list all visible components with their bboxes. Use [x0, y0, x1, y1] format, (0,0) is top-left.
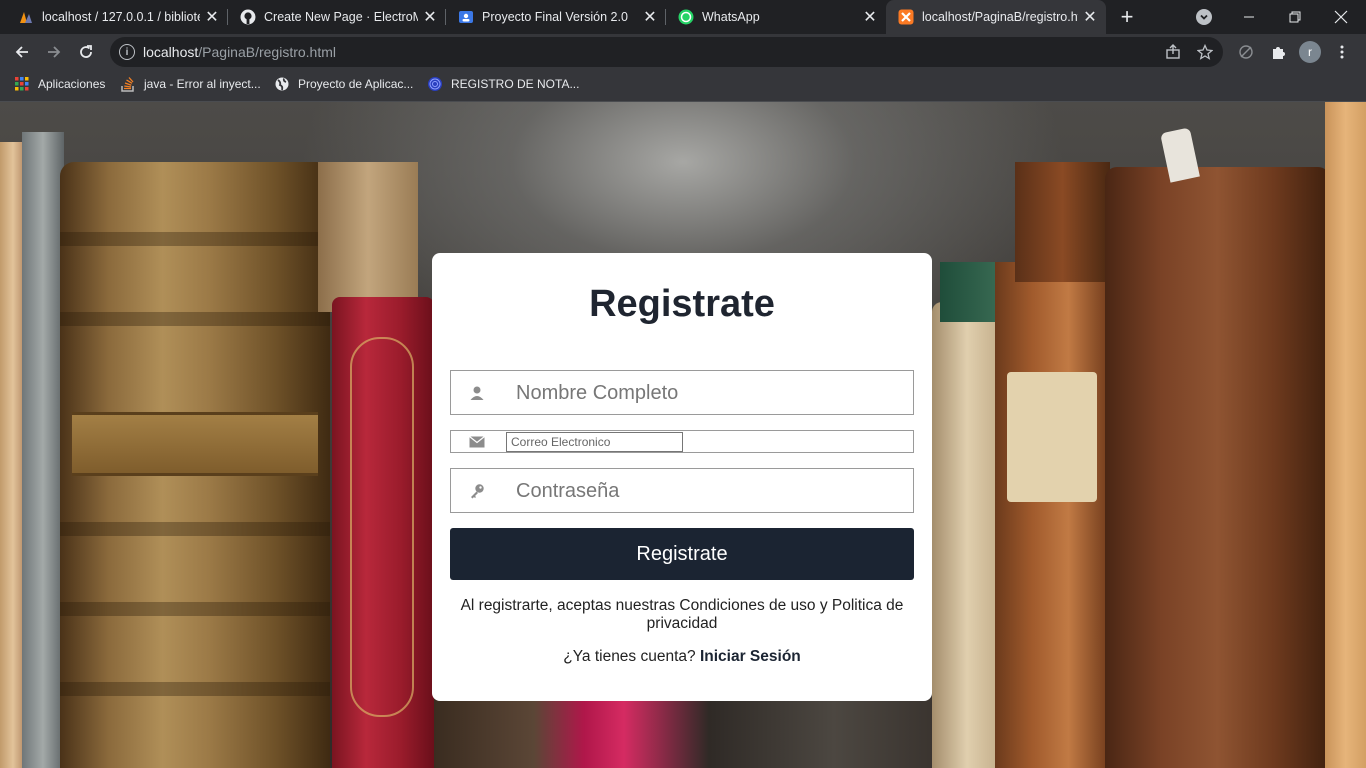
- xampp-icon: [898, 9, 914, 25]
- menu-dots-icon[interactable]: [1328, 38, 1356, 66]
- name-input[interactable]: [516, 381, 896, 405]
- media-control-icon[interactable]: [1232, 38, 1260, 66]
- browser-toolbar: i localhost/PaginaB/registro.html r: [0, 34, 1366, 70]
- page-background: Registrate Registrate Al registrarte, ac…: [0, 102, 1366, 768]
- bookmark-label: REGISTRO DE NOTA...: [451, 77, 580, 91]
- password-field: [450, 468, 914, 513]
- bookmark-java-error[interactable]: java - Error al inyect...: [120, 70, 261, 98]
- tab-search-icon[interactable]: [1196, 9, 1212, 25]
- bookmark-label: java - Error al inyect...: [144, 77, 261, 91]
- email-field: [450, 430, 914, 453]
- close-window-icon[interactable]: [1318, 0, 1364, 34]
- bookmark-label: Aplicaciones: [38, 77, 106, 91]
- reload-icon[interactable]: [72, 38, 100, 66]
- forward-icon[interactable]: [40, 38, 68, 66]
- apps-grid-icon: [14, 76, 30, 92]
- phpmyadmin-icon: [18, 9, 34, 25]
- user-icon: [468, 384, 486, 402]
- url-host: localhost: [143, 44, 199, 60]
- book-spine: [332, 297, 434, 768]
- envelope-icon: [468, 433, 486, 451]
- restore-icon[interactable]: [1272, 0, 1318, 34]
- address-bar[interactable]: i localhost/PaginaB/registro.html: [110, 37, 1223, 67]
- minimize-icon[interactable]: [1226, 0, 1272, 34]
- tab-classroom[interactable]: Proyecto Final Versión 2.0 ✕: [446, 0, 666, 34]
- extensions-icon[interactable]: [1264, 38, 1292, 66]
- tab-title: Create New Page · ElectroMarket: [264, 10, 418, 24]
- stackoverflow-icon: [120, 76, 136, 92]
- book-ornament: [350, 337, 414, 717]
- share-icon[interactable]: [1165, 44, 1181, 60]
- bookmark-registro-notas[interactable]: REGISTRO DE NOTA...: [427, 70, 579, 98]
- globe-icon: [274, 76, 290, 92]
- tab-title: localhost / 127.0.0.1 / biblioteca: [42, 10, 200, 24]
- name-field: [450, 370, 914, 415]
- classroom-icon: [458, 9, 474, 25]
- book-band: [60, 522, 330, 536]
- book-spine: [60, 162, 330, 768]
- back-icon[interactable]: [8, 38, 36, 66]
- book-spine: [22, 132, 64, 768]
- close-tab-icon[interactable]: ✕: [200, 5, 224, 29]
- register-card: Registrate Registrate Al registrarte, ac…: [432, 253, 932, 701]
- book-spine: [1015, 162, 1110, 282]
- bookmarks-bar: Aplicaciones java - Error al inyect... P…: [0, 70, 1366, 102]
- new-tab-button[interactable]: +: [1114, 4, 1140, 29]
- site-icon: [427, 76, 443, 92]
- close-tab-icon[interactable]: ✕: [418, 5, 442, 29]
- password-input[interactable]: [516, 479, 896, 503]
- url-path: /PaginaB/registro.html: [198, 44, 336, 60]
- login-link[interactable]: Iniciar Sesión: [700, 648, 801, 665]
- book-band: [60, 312, 330, 326]
- email-input[interactable]: [506, 432, 683, 452]
- bookmark-label: Proyecto de Aplicac...: [298, 77, 414, 91]
- tab-title: Proyecto Final Versión 2.0: [482, 10, 628, 24]
- github-icon: [240, 9, 256, 25]
- tab-strip: localhost / 127.0.0.1 / biblioteca ✕ Cre…: [0, 0, 1366, 34]
- have-account-text: ¿Ya tienes cuenta?: [563, 648, 696, 665]
- tab-github[interactable]: Create New Page · ElectroMarket ✕: [228, 0, 446, 34]
- close-tab-icon[interactable]: ✕: [638, 5, 662, 29]
- register-button[interactable]: Registrate: [450, 528, 914, 580]
- book-label-plate: [72, 412, 318, 476]
- close-tab-icon[interactable]: ✕: [858, 5, 882, 29]
- book-band: [60, 682, 330, 696]
- book-spine: [932, 302, 1002, 768]
- profile-avatar[interactable]: r: [1299, 41, 1321, 63]
- tab-whatsapp[interactable]: WhatsApp ✕: [666, 0, 886, 34]
- terms-text: Al registrarte, aceptas nuestras Condici…: [460, 597, 904, 632]
- book-spine: [318, 162, 418, 312]
- tab-title: localhost/PaginaB/registro.html: [922, 10, 1078, 24]
- tab-phpmyadmin[interactable]: localhost / 127.0.0.1 / biblioteca ✕: [6, 0, 228, 34]
- login-prompt: ¿Ya tienes cuenta? Iniciar Sesión: [432, 648, 932, 666]
- tab-registro[interactable]: localhost/PaginaB/registro.html ✕: [886, 0, 1106, 34]
- whatsapp-icon: [678, 9, 694, 25]
- book-label-plate: [1007, 372, 1097, 502]
- book-spine: [995, 262, 1105, 768]
- book-spine: [1105, 167, 1330, 768]
- bookmark-star-icon[interactable]: [1197, 44, 1213, 60]
- url-text: localhost/PaginaB/registro.html: [143, 44, 336, 60]
- site-info-icon[interactable]: i: [119, 44, 135, 60]
- tab-title: WhatsApp: [702, 10, 760, 24]
- book-spine: [1325, 102, 1366, 768]
- bookmark-proyecto[interactable]: Proyecto de Aplicac...: [274, 70, 413, 98]
- key-icon: [468, 482, 486, 500]
- bookmark-apps[interactable]: Aplicaciones: [14, 70, 105, 98]
- close-tab-icon[interactable]: ✕: [1078, 5, 1102, 29]
- book-band: [60, 232, 330, 246]
- page-title: Registrate: [589, 283, 775, 325]
- book-band: [60, 602, 330, 616]
